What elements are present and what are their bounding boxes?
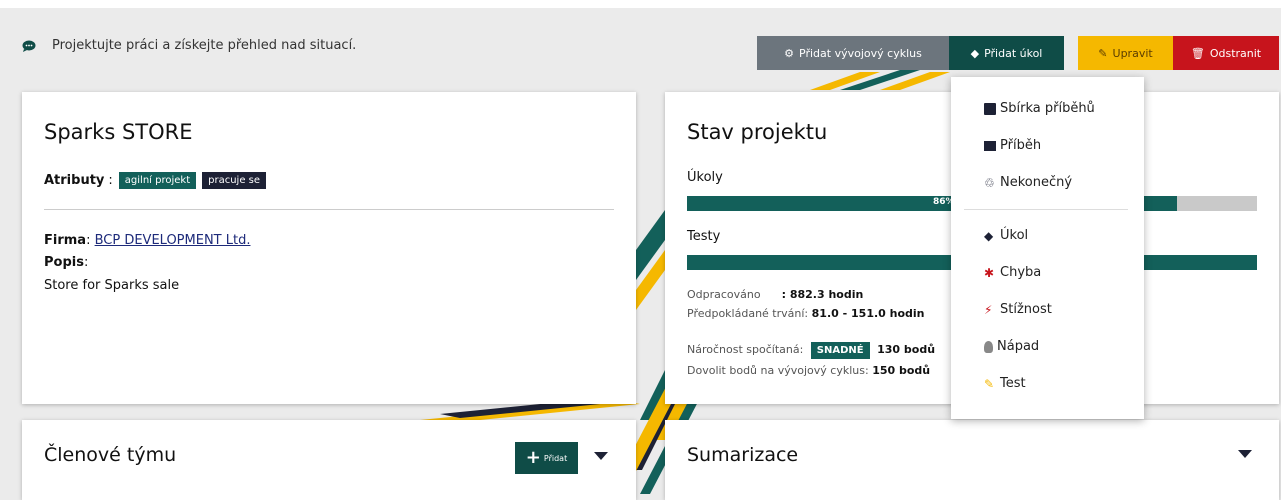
chevron-down-icon[interactable] — [594, 452, 608, 460]
info-text: Projektujte práci a získejte přehled nad… — [52, 38, 357, 53]
newspaper-icon — [984, 140, 996, 151]
add-task-label: Přidat úkol — [984, 46, 1043, 60]
menu-item-bug[interactable]: ✱ Chyba — [984, 265, 1041, 280]
book-icon — [984, 102, 996, 115]
menu-item-label: Nekonečný — [1000, 175, 1073, 190]
bolt-icon: ⚡ — [984, 302, 993, 317]
trash-icon: 🗑 — [1190, 46, 1205, 60]
add-cycle-button[interactable]: ⚙ Přidat vývojový cyklus — [757, 36, 949, 70]
menu-item-label: Test — [1000, 376, 1026, 391]
allow-label: Dovolit bodů na vývojový cyklus: — [687, 364, 869, 377]
info-line: Projektujte práci a získejte přehled nad… — [22, 38, 356, 53]
team-card: Členové týmu + Přidat — [22, 420, 636, 500]
desc-label: Popis — [44, 255, 84, 270]
tag-working: pracuje se — [202, 172, 267, 189]
tag-agile: agilní projekt — [118, 172, 197, 189]
pencil-icon: ✎ — [984, 376, 995, 391]
project-card: Sparks STORE Atributy: agilní projekt pr… — [22, 92, 636, 404]
menu-item-complaint[interactable]: ⚡ Stížnost — [984, 302, 1052, 317]
menu-item-story-collection[interactable]: Sbírka příběhů — [984, 101, 1095, 116]
menu-item-infinite[interactable]: ♲ Nekonečný — [984, 175, 1072, 190]
status-title: Stav projektu — [687, 120, 828, 144]
edit-label: Upravit — [1112, 46, 1153, 60]
summary-title: Sumarizace — [687, 444, 799, 466]
add-member-button[interactable]: + Přidat — [515, 442, 578, 474]
menu-item-story[interactable]: Příběh — [984, 138, 1041, 153]
firm-row: Firma: BCP DEVELOPMENT Ltd. — [44, 233, 251, 248]
firm-link[interactable]: BCP DEVELOPMENT Ltd. — [95, 233, 251, 248]
team-title: Členové týmu — [44, 444, 177, 466]
menu-item-test[interactable]: ✎ Test — [984, 376, 1026, 391]
difficulty-badge: SNADNÉ — [810, 342, 870, 359]
attributes-label: Atributy — [44, 173, 105, 188]
bug-icon: ✱ — [984, 265, 995, 280]
menu-item-label: Chyba — [1000, 265, 1042, 280]
edit-button[interactable]: ✎ Upravit — [1078, 36, 1173, 70]
expected-label: Předpokládané trvání: — [687, 307, 809, 320]
add-task-dropdown: Sbírka příběhů Příběh ♲ Nekonečný ◆ Úkol… — [951, 77, 1144, 419]
menu-item-label: Příběh — [1000, 138, 1042, 153]
chat-icon — [22, 40, 36, 52]
delete-label: Odstranit — [1209, 46, 1262, 60]
divider — [44, 209, 614, 210]
recycle-icon: ♲ — [984, 175, 995, 190]
desc-value: Store for Sparks sale — [44, 278, 180, 293]
allow-value: 150 bodů — [872, 364, 931, 377]
add-member-label: Přidat — [543, 453, 568, 463]
allow-row: Dovolit bodů na vývojový cyklus: 150 bod… — [687, 364, 930, 377]
difficulty-label: Náročnost spočítaná: — [687, 343, 804, 356]
menu-item-idea[interactable]: Nápad — [984, 339, 1039, 354]
menu-item-label: Sbírka příběhů — [1000, 101, 1095, 116]
chevron-down-icon[interactable] — [1238, 450, 1252, 458]
add-task-button[interactable]: ◆ Přidat úkol — [949, 36, 1064, 70]
plus-icon: + — [525, 447, 541, 468]
difficulty-row: Náročnost spočítaná: SNADNÉ 130 bodů — [687, 342, 935, 359]
worked-value: : 882.3 hodin — [781, 288, 864, 301]
expected-row: Předpokládané trvání: 81.0 - 151.0 hodin — [687, 307, 925, 320]
menu-item-label: Úkol — [1000, 228, 1029, 243]
desc-row: Popis: — [44, 255, 89, 270]
tasks-label: Úkoly — [687, 170, 723, 185]
worked-label: Odpracováno — [687, 288, 761, 301]
difficulty-value: 130 bodů — [877, 343, 936, 356]
cube-icon: ◆ — [970, 46, 980, 60]
expected-value: 81.0 - 151.0 hodin — [811, 307, 925, 320]
lightbulb-icon — [984, 340, 993, 353]
edit-icon: ✎ — [1098, 46, 1108, 60]
worked-row: Odpracováno : 882.3 hodin — [687, 288, 863, 301]
tests-label: Testy — [687, 229, 721, 244]
firm-label: Firma — [44, 233, 87, 248]
menu-item-task[interactable]: ◆ Úkol — [984, 228, 1028, 243]
attributes-row: Atributy: agilní projekt pracuje se — [44, 172, 267, 189]
delete-button[interactable]: 🗑 Odstranit — [1173, 36, 1279, 70]
cube-icon: ◆ — [984, 228, 994, 243]
menu-item-label: Nápad — [997, 339, 1040, 354]
add-cycle-label: Přidat vývojový cyklus — [799, 46, 922, 60]
gears-icon: ⚙ — [784, 46, 795, 60]
menu-item-label: Stížnost — [1000, 302, 1052, 317]
summary-card: Sumarizace — [665, 420, 1279, 500]
menu-divider — [964, 209, 1128, 210]
project-title: Sparks STORE — [44, 120, 193, 144]
